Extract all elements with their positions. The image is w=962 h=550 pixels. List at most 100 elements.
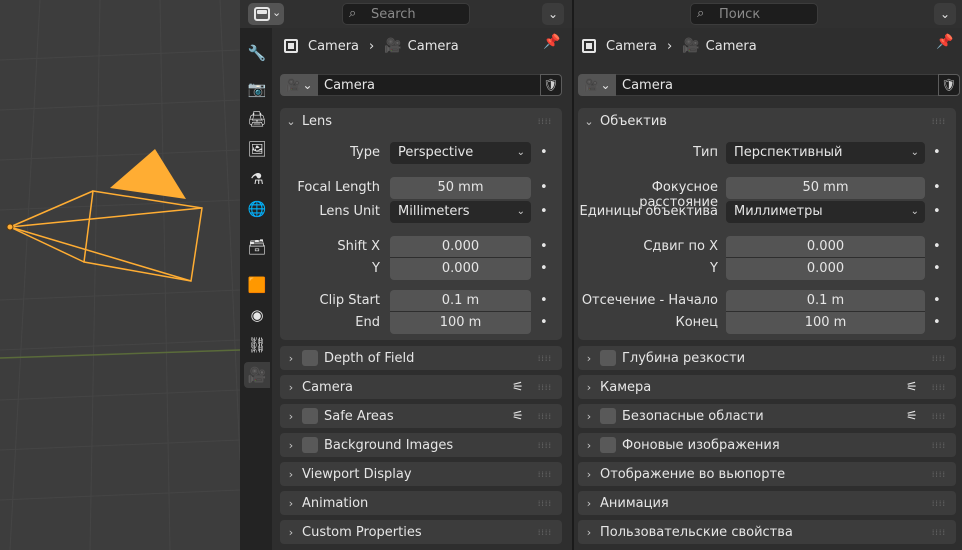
options-menu-button[interactable]: ⌄ — [542, 3, 564, 25]
clip-end-field[interactable]: 100 m — [390, 312, 531, 334]
search-input[interactable]: ⌕ Поиск — [690, 3, 818, 25]
drag-grip-icon[interactable]: ⁞⁞⁞⁞ — [932, 354, 946, 363]
safe-areas-checkbox[interactable] — [600, 408, 616, 424]
camera-object[interactable] — [9, 190, 203, 282]
viewport-display-panel-header[interactable]: › Viewport Display ⁞⁞⁞⁞ — [280, 462, 562, 486]
drag-grip-icon[interactable]: ⁞⁞⁞⁞ — [538, 499, 552, 508]
datablock-name-field[interactable]: Camera — [616, 74, 938, 96]
safe-areas-panel-header[interactable]: › Безопасные области ⚟ ⁞⁞⁞⁞ — [578, 404, 956, 428]
shift-y-field[interactable]: 0.000 — [726, 258, 925, 280]
editor-type-menu[interactable]: ⌄ — [248, 3, 284, 25]
lens-type-dropdown[interactable]: Перспективный ⌄ — [726, 142, 925, 164]
view-layer-tab-icon[interactable]: 🖼 — [244, 136, 270, 162]
constraints-tab-icon[interactable]: ⛓ — [244, 332, 270, 358]
drag-grip-icon[interactable]: ⁞⁞⁞⁞ — [932, 470, 946, 479]
shift-x-field[interactable]: 0.000 — [726, 236, 925, 258]
output-tab-icon[interactable]: 🖨 — [244, 106, 270, 132]
animate-property-dot[interactable]: • — [540, 236, 548, 258]
drag-grip-icon[interactable]: ⁞⁞⁞⁞ — [932, 441, 946, 450]
background-images-panel-header[interactable]: › Background Images ⁞⁞⁞⁞ — [280, 433, 562, 457]
viewport-display-panel-header[interactable]: › Отображение во вьюпорте ⁞⁞⁞⁞ — [578, 462, 956, 486]
animation-panel-header[interactable]: › Анимация ⁞⁞⁞⁞ — [578, 491, 956, 515]
drag-grip-icon[interactable]: ⁞⁞⁞⁞ — [932, 499, 946, 508]
clip-end-field[interactable]: 100 m — [726, 312, 925, 334]
animate-property-dot[interactable]: • — [933, 258, 941, 280]
camera-origin — [6, 223, 14, 231]
animate-property-dot[interactable]: • — [540, 201, 548, 223]
fake-user-shield-icon[interactable]: 🛡 — [540, 74, 562, 96]
drag-grip-icon[interactable]: ⁞⁞⁞⁞ — [538, 117, 552, 126]
world-tab-icon[interactable]: 🌐 — [244, 196, 270, 222]
clip-start-field[interactable]: 0.1 m — [390, 290, 531, 312]
drag-grip-icon[interactable]: ⁞⁞⁞⁞ — [538, 441, 552, 450]
tool-tab-icon[interactable]: 🔧 — [244, 40, 270, 66]
render-tab-icon[interactable]: 📷 — [244, 76, 270, 102]
animation-panel-header[interactable]: › Animation ⁞⁞⁞⁞ — [280, 491, 562, 515]
lens-type-dropdown[interactable]: Perspective ⌄ — [390, 142, 531, 164]
clip-start-field[interactable]: 0.1 m — [726, 290, 925, 312]
animate-property-dot[interactable]: • — [540, 177, 548, 199]
animate-property-dot[interactable]: • — [933, 142, 941, 164]
shift-y-field[interactable]: 0.000 — [390, 258, 531, 280]
focal-length-field[interactable]: 50 mm — [726, 177, 925, 199]
drag-grip-icon[interactable]: ⁞⁞⁞⁞ — [538, 470, 552, 479]
custom-properties-panel-header[interactable]: › Пользовательские свойства ⁞⁞⁞⁞ — [578, 520, 956, 544]
datablock-name-field[interactable]: Camera — [318, 74, 540, 96]
object-tab-icon[interactable]: 🟧 — [244, 272, 270, 298]
options-menu-button[interactable]: ⌄ — [934, 3, 956, 25]
drag-grip-icon[interactable]: ⁞⁞⁞⁞ — [932, 383, 946, 392]
presets-icon[interactable]: ⚟ — [906, 380, 918, 395]
lens-panel-header[interactable]: ⌄ Объектив ⁞⁞⁞⁞ — [578, 108, 956, 134]
lens-unit-dropdown[interactable]: Millimeters ⌄ — [390, 201, 531, 223]
drag-grip-icon[interactable]: ⁞⁞⁞⁞ — [538, 383, 552, 392]
collection-tab-icon[interactable]: 🗃 — [244, 234, 270, 260]
search-input[interactable]: ⌕ Search — [342, 3, 470, 25]
animate-property-dot[interactable]: • — [933, 236, 941, 258]
pin-icon[interactable]: 📌 — [936, 34, 953, 50]
animate-property-dot[interactable]: • — [933, 312, 941, 334]
safe-areas-panel-header[interactable]: › Safe Areas ⚟ ⁞⁞⁞⁞ — [280, 404, 562, 428]
browse-camera-button[interactable]: 🎥 ⌄ — [280, 74, 318, 96]
presets-icon[interactable]: ⚟ — [512, 409, 524, 424]
animate-property-dot[interactable]: • — [933, 201, 941, 223]
x-axis-line — [0, 349, 240, 359]
camera-panel-header[interactable]: › Camera ⚟ ⁞⁞⁞⁞ — [280, 375, 562, 399]
scene-tab-icon[interactable]: ⚗ — [244, 166, 270, 192]
background-images-checkbox[interactable] — [600, 437, 616, 453]
physics-tab-icon[interactable]: ◉ — [244, 302, 270, 328]
custom-properties-panel-header[interactable]: › Custom Properties ⁞⁞⁞⁞ — [280, 520, 562, 544]
camera-panel-header[interactable]: › Камера ⚟ ⁞⁞⁞⁞ — [578, 375, 956, 399]
lens-unit-row: Единицы объектива Миллиметры ⌄ • — [578, 201, 956, 223]
drag-grip-icon[interactable]: ⁞⁞⁞⁞ — [932, 528, 946, 537]
animate-property-dot[interactable]: • — [933, 290, 941, 312]
drag-grip-icon[interactable]: ⁞⁞⁞⁞ — [932, 117, 946, 126]
depth-of-field-panel-header[interactable]: › Глубина резкости ⁞⁞⁞⁞ — [578, 346, 956, 370]
chevron-down-icon: ⌄ — [286, 114, 296, 128]
drag-grip-icon[interactable]: ⁞⁞⁞⁞ — [538, 354, 552, 363]
safe-areas-checkbox[interactable] — [302, 408, 318, 424]
focal-length-field[interactable]: 50 mm — [390, 177, 531, 199]
animate-property-dot[interactable]: • — [540, 312, 548, 334]
lens-panel-header[interactable]: ⌄ Lens ⁞⁞⁞⁞ — [280, 108, 562, 134]
fake-user-shield-icon[interactable]: 🛡 — [938, 74, 960, 96]
3d-viewport[interactable] — [0, 0, 240, 550]
presets-icon[interactable]: ⚟ — [512, 380, 524, 395]
shift-x-field[interactable]: 0.000 — [390, 236, 531, 258]
drag-grip-icon[interactable]: ⁞⁞⁞⁞ — [538, 528, 552, 537]
presets-icon[interactable]: ⚟ — [906, 409, 918, 424]
drag-grip-icon[interactable]: ⁞⁞⁞⁞ — [932, 412, 946, 421]
depth-of-field-panel-header[interactable]: › Depth of Field ⁞⁞⁞⁞ — [280, 346, 562, 370]
depth-of-field-checkbox[interactable] — [302, 350, 318, 366]
background-images-checkbox[interactable] — [302, 437, 318, 453]
drag-grip-icon[interactable]: ⁞⁞⁞⁞ — [538, 412, 552, 421]
animate-property-dot[interactable]: • — [933, 177, 941, 199]
camera-data-tab-icon[interactable]: 🎥 — [244, 362, 270, 388]
pin-icon[interactable]: 📌 — [543, 34, 560, 50]
animate-property-dot[interactable]: • — [540, 142, 548, 164]
lens-unit-dropdown[interactable]: Миллиметры ⌄ — [726, 201, 925, 223]
browse-camera-button[interactable]: 🎥 ⌄ — [578, 74, 616, 96]
background-images-panel-header[interactable]: › Фоновые изображения ⁞⁞⁞⁞ — [578, 433, 956, 457]
animate-property-dot[interactable]: • — [540, 258, 548, 280]
animate-property-dot[interactable]: • — [540, 290, 548, 312]
depth-of-field-checkbox[interactable] — [600, 350, 616, 366]
